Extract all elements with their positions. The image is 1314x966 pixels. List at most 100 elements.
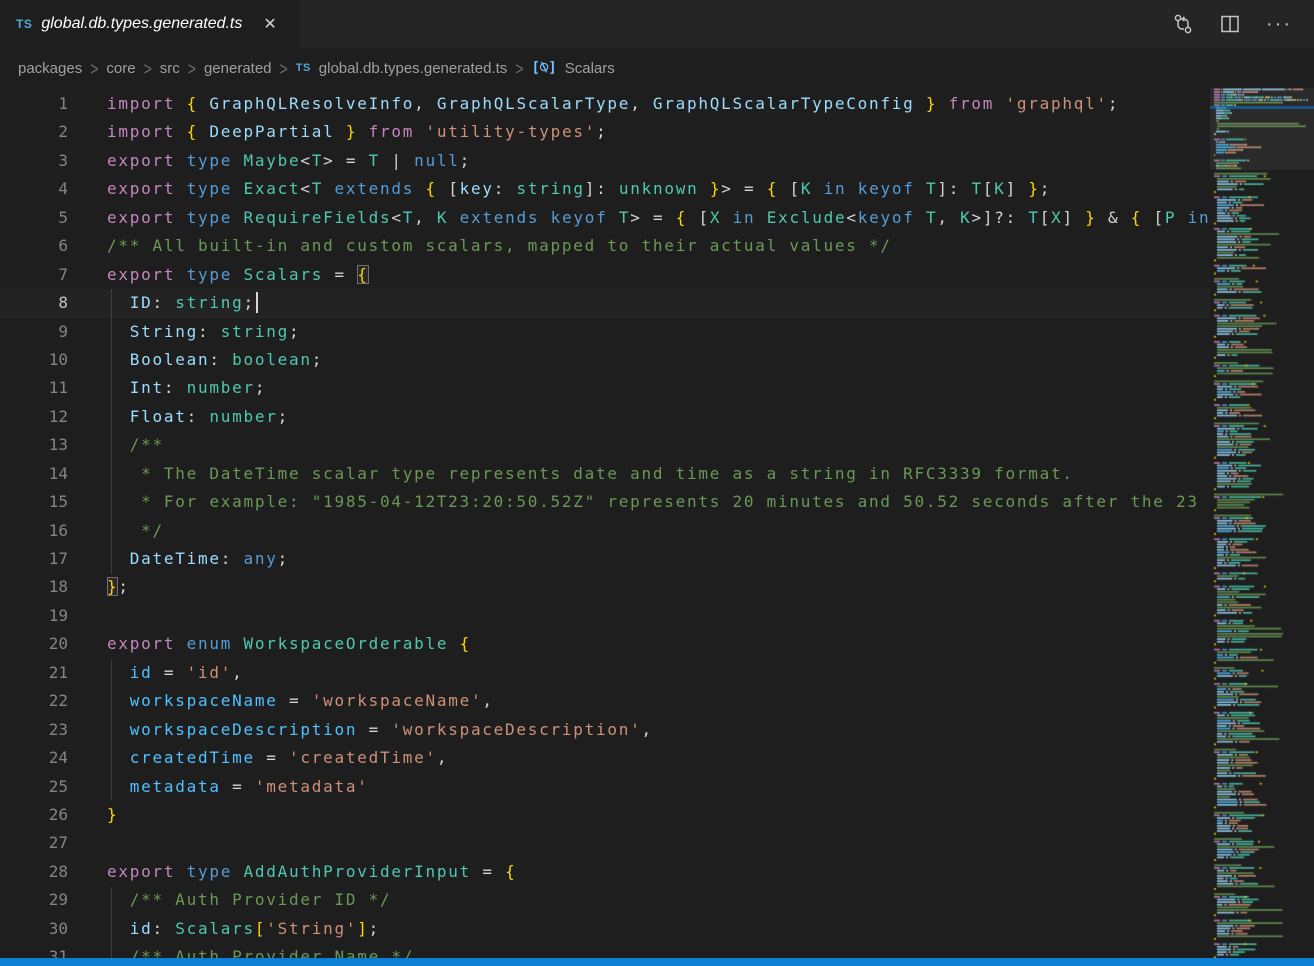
line-number: 1 [0, 90, 68, 118]
code-line: 6/** All built-in and custom scalars, ma… [0, 232, 1210, 260]
line-text: metadata = 'metadata' [68, 773, 369, 801]
line-text: id: Scalars['String']; [68, 915, 380, 943]
line-text: /** [68, 431, 164, 459]
editor-group: 1import { GraphQLResolveInfo, GraphQLSca… [0, 88, 1314, 958]
line-text: workspaceDescription = 'workspaceDescrip… [68, 716, 653, 744]
minimap-canvas [1210, 88, 1314, 958]
chevron-right-icon: > [90, 57, 98, 79]
code-line: 28export type AddAuthProviderInput = { [0, 858, 1210, 886]
line-number: 31 [0, 943, 68, 958]
line-number: 6 [0, 232, 68, 260]
chevron-right-icon: > [144, 57, 152, 79]
line-text: Float: number; [68, 403, 289, 431]
code-line: 30 id: Scalars['String']; [0, 915, 1210, 943]
code-line: 7export type Scalars = { [0, 261, 1210, 289]
line-number: 30 [0, 915, 68, 943]
line-text: /** Auth Provider ID */ [68, 886, 391, 914]
breadcrumb-item-generated[interactable]: generated [204, 60, 272, 77]
code-line: 3export type Maybe<T> = T | null; [0, 147, 1210, 175]
line-number: 24 [0, 744, 68, 772]
text-cursor [256, 292, 258, 313]
line-number: 3 [0, 147, 68, 175]
line-text: */ [68, 517, 164, 545]
breadcrumb-item-src[interactable]: src [160, 60, 180, 77]
line-text: } [68, 801, 118, 829]
breadcrumb-item-symbol-scalars[interactable]: Scalars [565, 60, 615, 77]
line-text [68, 829, 107, 857]
typescript-file-icon: TS [16, 17, 32, 31]
line-text: * For example: "1985-04-12T23:20:50.52Z"… [68, 488, 1199, 516]
line-number: 28 [0, 858, 68, 886]
line-text: import { DeepPartial } from 'utility-typ… [68, 118, 607, 146]
code-editor[interactable]: 1import { GraphQLResolveInfo, GraphQLSca… [0, 88, 1210, 958]
line-text: export type AddAuthProviderInput = { [68, 858, 516, 886]
line-text: import { GraphQLResolveInfo, GraphQLScal… [68, 90, 1119, 118]
line-number: 23 [0, 716, 68, 744]
split-editor-button[interactable] [1220, 14, 1240, 34]
minimap[interactable] [1210, 88, 1314, 958]
breadcrumb-item-packages[interactable]: packages [18, 60, 82, 77]
editor-tab[interactable]: TS global.db.types.generated.ts ✕ [0, 0, 300, 48]
editor-actions: ··· [1172, 0, 1314, 48]
line-number: 16 [0, 517, 68, 545]
line-number: 13 [0, 431, 68, 459]
code-line: 13 /** [0, 431, 1210, 459]
code-line: 20export enum WorkspaceOrderable { [0, 630, 1210, 658]
line-number: 8 [0, 289, 68, 317]
code-line: 29 /** Auth Provider ID */ [0, 886, 1210, 914]
code-line: 15 * For example: "1985-04-12T23:20:50.5… [0, 488, 1210, 516]
more-actions-button[interactable]: ··· [1266, 13, 1292, 36]
code-line: 17 DateTime: any; [0, 545, 1210, 573]
line-text: DateTime: any; [68, 545, 289, 573]
line-text: id = 'id', [68, 659, 244, 687]
line-number: 7 [0, 261, 68, 289]
code-line: 9 String: string; [0, 318, 1210, 346]
line-number: 2 [0, 118, 68, 146]
code-line: 8 ID: string; [0, 289, 1210, 317]
code-line: 16 */ [0, 517, 1210, 545]
code-line: 18}; [0, 573, 1210, 601]
chevron-right-icon: > [188, 57, 196, 79]
status-bar [0, 958, 1314, 966]
line-text: createdTime = 'createdTime', [68, 744, 448, 772]
line-number: 21 [0, 659, 68, 687]
line-text: export type Maybe<T> = T | null; [68, 147, 471, 175]
line-text: export type RequireFields<T, K extends k… [68, 204, 1210, 232]
line-text: workspaceName = 'workspaceName', [68, 687, 494, 715]
more-actions-icon: ··· [1266, 13, 1292, 36]
line-number: 10 [0, 346, 68, 374]
line-text: }; [68, 573, 130, 601]
close-icon[interactable]: ✕ [259, 12, 280, 36]
tab-bar: TS global.db.types.generated.ts ✕ [0, 0, 1314, 48]
typescript-file-icon: TS [296, 62, 311, 74]
code-line: 2import { DeepPartial } from 'utility-ty… [0, 118, 1210, 146]
line-number: 4 [0, 175, 68, 203]
line-text: Boolean: boolean; [68, 346, 323, 374]
breadcrumb-item-filename[interactable]: global.db.types.generated.ts [319, 60, 507, 77]
line-number: 27 [0, 829, 68, 857]
line-number: 22 [0, 687, 68, 715]
code-line: 27 [0, 829, 1210, 857]
line-number: 19 [0, 602, 68, 630]
breadcrumb-item-core[interactable]: core [106, 60, 135, 77]
line-number: 17 [0, 545, 68, 573]
line-text: /** Auth Provider Name */ [68, 943, 414, 958]
line-number: 5 [0, 204, 68, 232]
code-line: 14 * The DateTime scalar type represents… [0, 460, 1210, 488]
code-line: 23 workspaceDescription = 'workspaceDesc… [0, 716, 1210, 744]
open-changes-icon [1172, 13, 1194, 35]
code-lines: 1import { GraphQLResolveInfo, GraphQLSca… [0, 90, 1210, 958]
line-number: 20 [0, 630, 68, 658]
line-text: Int: number; [68, 374, 266, 402]
code-line: 12 Float: number; [0, 403, 1210, 431]
code-line: 11 Int: number; [0, 374, 1210, 402]
line-number: 14 [0, 460, 68, 488]
symbol-type-icon: [⍉] [531, 60, 556, 76]
line-text: String: string; [68, 318, 300, 346]
code-line: 26} [0, 801, 1210, 829]
open-changes-button[interactable] [1172, 13, 1194, 35]
line-text: ID: string; [68, 289, 258, 317]
code-line: 1import { GraphQLResolveInfo, GraphQLSca… [0, 90, 1210, 118]
line-text: * The DateTime scalar type represents da… [68, 460, 1074, 488]
line-number: 9 [0, 318, 68, 346]
